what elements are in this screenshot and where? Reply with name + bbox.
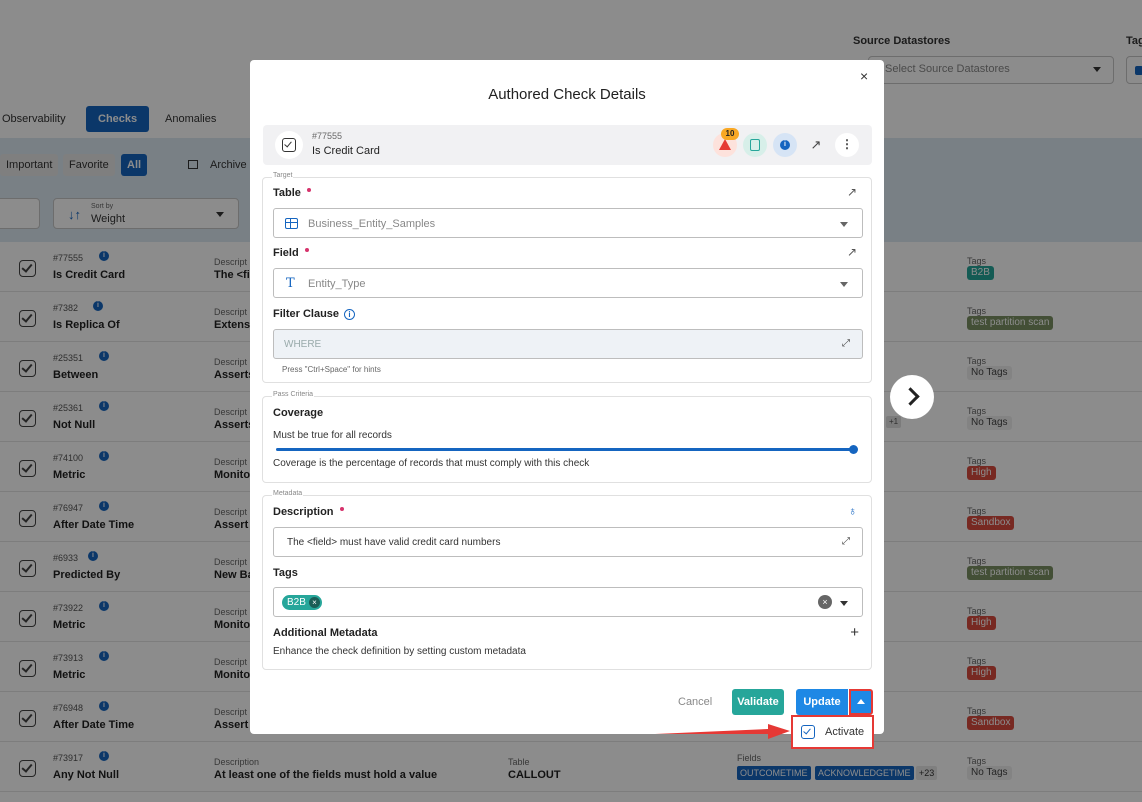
info-icon[interactable]: i	[773, 133, 797, 157]
description-label: Description	[273, 506, 344, 518]
tag-chip-b2b[interactable]: B2B ×	[282, 595, 322, 610]
expand-icon[interactable]: ⤢	[842, 338, 850, 349]
coverage-label: Coverage	[273, 407, 324, 419]
coverage-help: Coverage is the percentage of records th…	[273, 458, 590, 469]
remove-tag-icon[interactable]: ×	[308, 597, 320, 608]
additional-metadata-text: Enhance the check definition by setting …	[273, 646, 526, 657]
clear-icon[interactable]: ×	[818, 595, 832, 609]
chevron-up-icon	[857, 699, 865, 704]
required-marker	[339, 507, 344, 511]
expand-icon[interactable]: ⤢	[842, 536, 850, 547]
metadata-legend: Metadata	[272, 490, 304, 497]
additional-metadata-label: Additional Metadata	[273, 627, 378, 639]
target-legend: Target	[272, 172, 294, 179]
filter-placeholder: WHERE	[284, 339, 322, 350]
check-name: Is Credit Card	[312, 145, 380, 157]
clipboard-icon	[750, 139, 760, 151]
field-label: Field	[273, 247, 309, 259]
tag-chip-label: B2B	[287, 597, 306, 608]
external-link-icon[interactable]: ↗	[847, 245, 857, 259]
pass-criteria-legend: Pass Criteria	[272, 391, 315, 398]
tags-label: Tags	[273, 567, 298, 579]
anomaly-warning-icon[interactable]: 10	[713, 128, 739, 157]
lightbulb-icon[interactable]: ♁	[848, 504, 857, 518]
filter-clause-label: Filter Clause i	[273, 308, 356, 320]
filter-hint: Press "Ctrl+Space" for hints	[282, 365, 381, 374]
table-select[interactable]: Business_Entity_Samples	[273, 208, 863, 238]
activate-menu-item[interactable]: Activate	[791, 715, 874, 749]
clipboard-check-icon[interactable]	[743, 133, 767, 157]
cancel-button[interactable]: Cancel	[678, 696, 712, 708]
tags-select[interactable]: B2B × ×	[273, 587, 863, 617]
info-dot: i	[780, 140, 790, 150]
authored-check-modal: × Authored Check Details #77555 Is Credi…	[250, 60, 884, 734]
close-icon[interactable]: ×	[860, 68, 868, 84]
info-icon[interactable]: i	[344, 309, 356, 320]
annotation-arrow	[655, 724, 790, 739]
anomaly-count-badge: 10	[721, 128, 739, 140]
description-label-text: Description	[273, 506, 334, 518]
validate-button[interactable]: Validate	[732, 689, 784, 715]
warning-triangle-icon	[719, 139, 731, 150]
pass-criteria-section: Pass Criteria Coverage Must be true for …	[262, 391, 872, 483]
filter-clause-label-text: Filter Clause	[273, 308, 340, 320]
coverage-slider-track[interactable]	[276, 448, 854, 451]
description-value: The <field> must have valid credit card …	[287, 537, 501, 548]
arrow-shape	[655, 724, 790, 739]
description-input[interactable]: The <field> must have valid credit card …	[273, 527, 863, 557]
activate-label: Activate	[825, 726, 865, 738]
external-link-icon[interactable]: ↗	[804, 133, 828, 157]
table-label-text: Table	[273, 187, 301, 199]
table-value: Business_Entity_Samples	[308, 218, 436, 230]
required-marker	[304, 248, 309, 252]
add-metadata-icon[interactable]: +	[850, 624, 859, 641]
next-check-button[interactable]	[890, 375, 934, 419]
modal-title: Authored Check Details	[488, 86, 646, 103]
activate-checkbox-icon	[801, 725, 815, 739]
chevron-down-icon	[840, 601, 848, 606]
checkbox-icon	[282, 138, 296, 152]
text-type-icon: T	[286, 276, 295, 291]
more-options-icon[interactable]: ⋮	[835, 133, 859, 157]
chevron-down-icon	[840, 222, 848, 227]
check-type-icon	[275, 131, 303, 159]
target-section: Target Table ↗ Business_Entity_Samples F…	[262, 172, 872, 383]
table-label: Table	[273, 187, 311, 199]
check-id: #77555	[312, 131, 343, 141]
metadata-section: Metadata Description ♁ The <field> must …	[262, 490, 872, 670]
external-link-icon[interactable]: ↗	[847, 185, 857, 199]
check-header: #77555 Is Credit Card 10 i ↗ ⋮	[263, 125, 872, 165]
coverage-slider-thumb[interactable]	[849, 445, 858, 454]
chevron-down-icon	[840, 282, 848, 287]
update-button[interactable]: Update	[796, 689, 848, 715]
field-select[interactable]: T Entity_Type	[273, 268, 863, 298]
required-marker	[306, 188, 311, 192]
field-value: Entity_Type	[308, 278, 366, 290]
update-dropdown-toggle[interactable]	[849, 689, 873, 715]
field-label-text: Field	[273, 247, 299, 259]
filter-clause-input[interactable]: WHERE ⤢	[273, 329, 863, 359]
coverage-text: Must be true for all records	[273, 430, 392, 441]
table-icon	[285, 218, 298, 229]
